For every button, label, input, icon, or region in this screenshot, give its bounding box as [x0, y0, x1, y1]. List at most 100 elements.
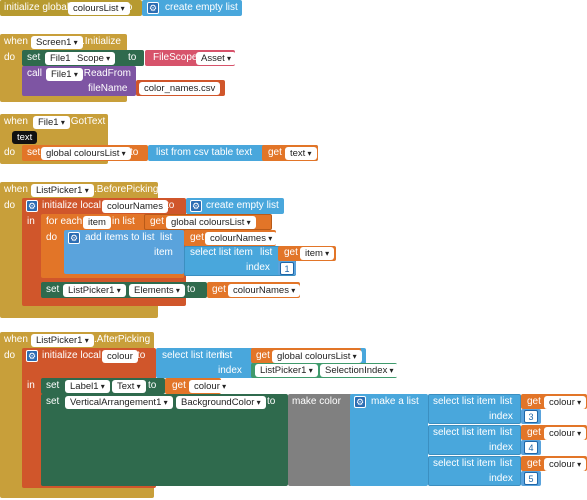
filename-value[interactable]: color_names.csv	[139, 82, 221, 95]
file-component-dropdown[interactable]: File1	[33, 116, 70, 129]
in-list-label: in list	[112, 216, 135, 227]
local-var-name[interactable]: colourNames	[102, 200, 168, 213]
global-var-name[interactable]: coloursList	[68, 2, 130, 15]
set-label: set	[27, 52, 41, 63]
index-param-label: index	[489, 411, 513, 422]
listpicker-component-dropdown[interactable]: ListPicker1	[31, 334, 94, 347]
filename-param-label: fileName	[88, 83, 128, 94]
set-label: set	[46, 284, 60, 295]
index-number[interactable]: 4	[524, 441, 538, 454]
to-label: to	[166, 200, 175, 211]
to-label: to	[130, 147, 139, 158]
list-param-label: list	[500, 458, 513, 469]
in-label: in	[27, 380, 35, 391]
text-param-label: text	[236, 147, 253, 158]
index-number[interactable]: 1	[280, 262, 294, 275]
get-var-dropdown[interactable]: item	[300, 247, 335, 260]
listpicker-component-dropdown[interactable]: ListPicker1	[255, 364, 318, 377]
scope-property-dropdown[interactable]: Scope	[72, 52, 116, 65]
set-label: set	[27, 147, 41, 158]
get-label: get	[527, 427, 541, 438]
label-component-dropdown[interactable]: Label1	[65, 380, 110, 393]
select-list-item-label: select list item	[190, 247, 253, 258]
create-empty-list-label: create empty list	[165, 2, 238, 13]
do-label: do	[4, 200, 16, 211]
index-param-label: index	[246, 262, 270, 273]
file-component-dropdown[interactable]: File1	[46, 68, 83, 81]
set-label: set	[46, 380, 60, 391]
gear-icon[interactable]: ⚙	[147, 2, 159, 14]
get-var-dropdown[interactable]: colour	[544, 458, 587, 471]
screen-component-dropdown[interactable]: Screen1	[31, 36, 83, 49]
when-label: when	[4, 116, 28, 127]
init-local-label: initialize local	[42, 200, 101, 211]
when-label: when	[4, 334, 28, 345]
index-number[interactable]: 3	[524, 410, 538, 423]
selectionindex-property-dropdown[interactable]: SelectionIndex	[320, 364, 399, 377]
filescope-value-dropdown[interactable]: Asset	[196, 52, 237, 65]
create-empty-list-label: create empty list	[206, 200, 279, 211]
do-label: do	[4, 147, 16, 158]
get-var-dropdown[interactable]: global coloursList	[272, 350, 362, 363]
listpicker-component-dropdown[interactable]: ListPicker1	[31, 184, 94, 197]
elements-property-dropdown[interactable]: Elements	[129, 284, 185, 297]
get-label: get	[172, 380, 186, 391]
call-label: call	[27, 68, 43, 79]
when-label: when	[4, 36, 28, 47]
for-each-item-var[interactable]: item	[83, 216, 111, 229]
gear-icon[interactable]: ⚙	[68, 232, 80, 244]
list-param-label: list	[160, 232, 173, 243]
event-name: .AfterPicking	[94, 334, 151, 345]
backgroundcolor-property-dropdown[interactable]: BackgroundColor	[176, 396, 266, 409]
select-list-item-label: select list item	[433, 396, 496, 407]
get-var-dropdown[interactable]: global coloursList	[166, 216, 256, 229]
select-list-item-label: select list item	[433, 427, 496, 438]
get-var-dropdown[interactable]: colour	[544, 396, 587, 409]
event-name: .Initialize	[82, 36, 121, 47]
add-items-label: add items to list	[85, 232, 155, 243]
init-local-label: initialize local	[42, 350, 101, 361]
gear-icon[interactable]: ⚙	[26, 200, 38, 212]
get-label: get	[150, 216, 164, 227]
get-label: get	[190, 232, 204, 243]
index-param-label: index	[489, 442, 513, 453]
dot: .	[315, 364, 318, 375]
list-from-csv-label: list from csv table	[156, 147, 234, 158]
item-param-label: item	[154, 247, 173, 258]
listpicker-component-dropdown[interactable]: ListPicker1	[63, 284, 126, 297]
get-var-dropdown[interactable]: text	[285, 147, 317, 160]
index-number[interactable]: 5	[524, 472, 538, 485]
do-label: do	[46, 232, 58, 243]
set-label: set	[46, 396, 60, 407]
select-list-item-label: select list item	[162, 350, 225, 361]
global-var-dropdown[interactable]: global coloursList	[41, 147, 131, 160]
get-label: get	[268, 147, 282, 158]
gear-icon[interactable]: ⚙	[354, 396, 366, 408]
gear-icon[interactable]: ⚙	[26, 350, 38, 362]
event-param-text[interactable]: text	[12, 131, 38, 144]
to-label: to	[148, 380, 157, 391]
get-var-dropdown[interactable]: colour	[544, 427, 587, 440]
get-label: get	[212, 284, 226, 295]
for-each-label: for each	[46, 216, 83, 227]
text-property-dropdown[interactable]: Text	[112, 380, 146, 393]
local-var-name[interactable]: colour	[102, 350, 138, 363]
get-var-dropdown[interactable]: colourNames	[228, 284, 301, 297]
do-label: do	[4, 52, 16, 63]
list-param-label: list	[500, 396, 513, 407]
get-var-dropdown[interactable]: colour	[189, 380, 232, 393]
event-name: .GotText	[68, 116, 106, 127]
init-global-label: initialize global	[4, 2, 70, 13]
get-label: get	[527, 396, 541, 407]
select-list-item-label: select list item	[433, 458, 496, 469]
when-label: when	[4, 184, 28, 195]
method-name: .ReadFrom	[81, 68, 132, 79]
event-name: .BeforePicking	[94, 184, 159, 195]
to-label: to	[187, 284, 196, 295]
gear-icon[interactable]: ⚙	[190, 200, 202, 212]
do-label: do	[4, 350, 16, 361]
get-label: get	[284, 247, 298, 258]
get-var-dropdown[interactable]: colourNames	[205, 232, 278, 245]
list-param-label: list	[220, 350, 233, 361]
verticalarrangement-component-dropdown[interactable]: VerticalArrangement1	[65, 396, 173, 409]
